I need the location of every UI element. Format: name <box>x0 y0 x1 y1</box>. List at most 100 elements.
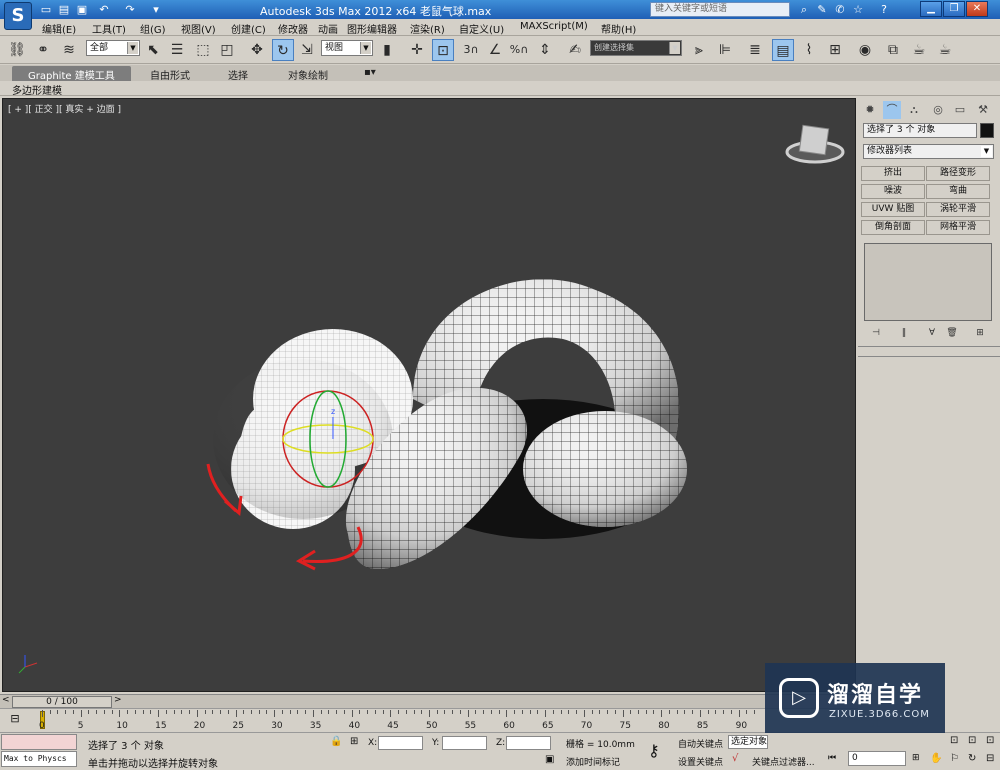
redo-icon[interactable]: ↷ <box>122 2 138 17</box>
select-manipulate-icon[interactable]: ✛ <box>406 39 428 61</box>
tab-freeform[interactable]: 自由形式 <box>150 67 190 82</box>
hierarchy-tab-icon[interactable]: ⛬ <box>905 101 923 119</box>
menu-customize[interactable]: 自定义(U) <box>459 21 504 36</box>
polygon-modeling-label[interactable]: 多边形建模 <box>12 82 62 97</box>
absolute-mode-icon[interactable]: ⊞ <box>350 736 358 747</box>
rectangular-selection-icon[interactable]: ⬚ <box>192 39 214 61</box>
zoom-extents-all-icon[interactable]: ⊡ <box>968 735 976 746</box>
menu-maxscript[interactable]: MAXScript(M) <box>520 21 588 32</box>
menu-edit[interactable]: 编辑(E) <box>42 21 76 36</box>
field-of-view-icon[interactable]: ⊡ <box>986 735 994 746</box>
menu-view[interactable]: 视图(V) <box>181 21 216 36</box>
app-logo[interactable]: S <box>4 2 32 30</box>
uvw-map-button[interactable]: UVW 贴图 <box>861 202 925 217</box>
restore-button[interactable]: ❐ <box>943 1 965 17</box>
schematic-view-icon[interactable]: ⊞ <box>824 39 846 61</box>
select-move-icon[interactable]: ✥ <box>246 39 268 61</box>
turbosmooth-button[interactable]: 涡轮平滑 <box>926 202 990 217</box>
minimize-button[interactable]: ▁ <box>920 1 942 17</box>
close-button[interactable]: ✕ <box>966 1 988 17</box>
balloon-right-sausage-mesh[interactable] <box>523 411 687 527</box>
key-filter-icon[interactable]: √ <box>732 753 738 764</box>
open-file-icon[interactable]: ▤ <box>56 2 72 17</box>
viewcube[interactable] <box>785 124 845 164</box>
undo-icon[interactable]: ↶ <box>96 2 112 17</box>
configure-modifier-sets-icon[interactable]: ⊞ <box>972 326 988 340</box>
menu-animation[interactable]: 动画 <box>318 21 338 36</box>
select-object-icon[interactable]: ⬉ <box>142 39 164 61</box>
track-bar[interactable]: ⊟ 0 5 10 15 20 25 30 35 40 45 50 55 60 65 70 75 80 85 90 <box>0 708 858 732</box>
mirror-icon[interactable]: ⫸ <box>688 39 710 61</box>
curve-editor-icon[interactable]: ⌇ <box>798 39 820 61</box>
time-slider-track[interactable]: < 0 / 100 > <box>0 694 858 708</box>
selection-set-dropdown[interactable]: 选定对象 <box>728 735 768 749</box>
object-color-swatch[interactable] <box>980 123 994 138</box>
layer-manager-icon[interactable]: ≣ <box>744 39 766 61</box>
align-icon[interactable]: ⊫ <box>714 39 736 61</box>
quick-access-dropdown-icon[interactable]: ▾ <box>148 2 164 17</box>
maxscript-listener-pink[interactable] <box>1 734 77 750</box>
meshsmooth-button[interactable]: 网格平滑 <box>926 220 990 235</box>
maximize-viewport-icon[interactable]: ⊟ <box>986 753 994 764</box>
time-slider-next-icon[interactable]: > <box>114 695 122 705</box>
make-unique-icon[interactable]: ∀ <box>924 326 940 340</box>
menu-graph-editors[interactable]: 图形编辑器 <box>347 21 397 36</box>
menu-help[interactable]: 帮助(H) <box>601 21 636 36</box>
perspective-viewport[interactable]: [ + ][ 正交 ][ 真实 + 边面 ] z <box>2 98 856 692</box>
material-editor-icon[interactable]: ◉ <box>854 39 876 61</box>
show-end-result-icon[interactable]: ‖ <box>896 326 912 340</box>
selection-name-field[interactable]: 选择了 3 个 对象 <box>863 123 977 138</box>
bind-space-warp-icon[interactable]: ≋ <box>58 39 80 61</box>
time-slider-thumb[interactable]: 0 / 100 <box>12 696 112 708</box>
modify-tab-icon[interactable]: ⌒ <box>883 101 901 119</box>
remove-modifier-icon[interactable]: 🗑 <box>944 326 960 340</box>
angle-snap-icon[interactable]: ∠ <box>484 39 506 61</box>
keyboard-shortcut-override-icon[interactable]: ⊡ <box>432 39 454 61</box>
save-file-icon[interactable]: ▣ <box>74 2 90 17</box>
select-scale-icon[interactable]: ⇲ <box>296 39 318 61</box>
z-coordinate-field[interactable] <box>506 736 551 750</box>
select-by-name-icon[interactable]: ☰ <box>166 39 188 61</box>
add-time-tag-button[interactable]: 添加时间标记 <box>566 755 620 768</box>
path-deform-button[interactable]: 路径变形 <box>926 166 990 181</box>
snaps-toggle-icon[interactable]: 3∩ <box>460 39 482 61</box>
link-icon[interactable]: ⛓ <box>6 39 28 61</box>
new-file-icon[interactable]: ▭ <box>38 2 54 17</box>
set-key-icon[interactable]: ⚷ <box>648 741 660 760</box>
noise-button[interactable]: 噪波 <box>861 184 925 199</box>
tools-icon[interactable]: ✎ <box>814 2 830 17</box>
key-filters-button[interactable]: 关键点过滤器... <box>752 755 815 768</box>
unlink-icon[interactable]: ⚭ <box>32 39 54 61</box>
graphite-toggle-icon[interactable]: ▤ <box>772 39 794 61</box>
render-production-icon[interactable]: ☕ <box>934 39 956 61</box>
time-tag-icon[interactable]: ▣ <box>545 754 554 765</box>
modifier-list-dropdown[interactable]: 修改器列表 ▼ <box>863 144 994 159</box>
window-crossing-icon[interactable]: ◰ <box>216 39 238 61</box>
selection-filter-dropdown[interactable]: 全部 ▼ <box>86 40 140 56</box>
selection-lock-icon[interactable]: 🔒 <box>330 736 342 747</box>
go-to-start-icon[interactable]: ⏮ <box>828 753 836 763</box>
utilities-tab-icon[interactable]: ⚒ <box>974 101 992 119</box>
favorites-star-icon[interactable]: ☆ <box>850 2 866 17</box>
x-coordinate-field[interactable] <box>378 736 423 750</box>
ribbon-options-icon[interactable]: ▪▾ <box>364 67 376 78</box>
time-configuration-icon[interactable]: ⊞ <box>912 753 920 763</box>
current-frame-field[interactable]: 0 <box>848 751 906 766</box>
render-setup-icon[interactable]: ⧉ <box>882 39 904 61</box>
display-tab-icon[interactable]: ▭ <box>951 101 969 119</box>
auto-key-button[interactable]: 自动关键点 <box>678 737 723 750</box>
select-rotate-icon[interactable]: ↻ <box>272 39 294 61</box>
menu-create[interactable]: 创建(C) <box>231 21 266 36</box>
maxscript-listener-field[interactable]: Max to Physcs ( <box>1 751 77 767</box>
orbit-icon[interactable]: ↻ <box>968 753 976 764</box>
motion-tab-icon[interactable]: ◎ <box>929 101 947 119</box>
search-input[interactable]: 键入关键字或短语 <box>650 2 790 17</box>
zoom-extents-icon[interactable]: ⊡ <box>950 735 958 746</box>
tab-object-paint[interactable]: 对象绘制 <box>288 67 328 82</box>
percent-snap-icon[interactable]: %∩ <box>508 39 530 61</box>
set-key-mode-label[interactable]: 设置关键点 <box>678 755 723 768</box>
reference-coordinate-dropdown[interactable]: 视图 ▼ <box>321 40 373 56</box>
time-slider-prev-icon[interactable]: < <box>2 695 10 705</box>
communication-icon[interactable]: ✆ <box>832 2 848 17</box>
edit-named-selections-icon[interactable]: ✍ <box>564 39 586 61</box>
